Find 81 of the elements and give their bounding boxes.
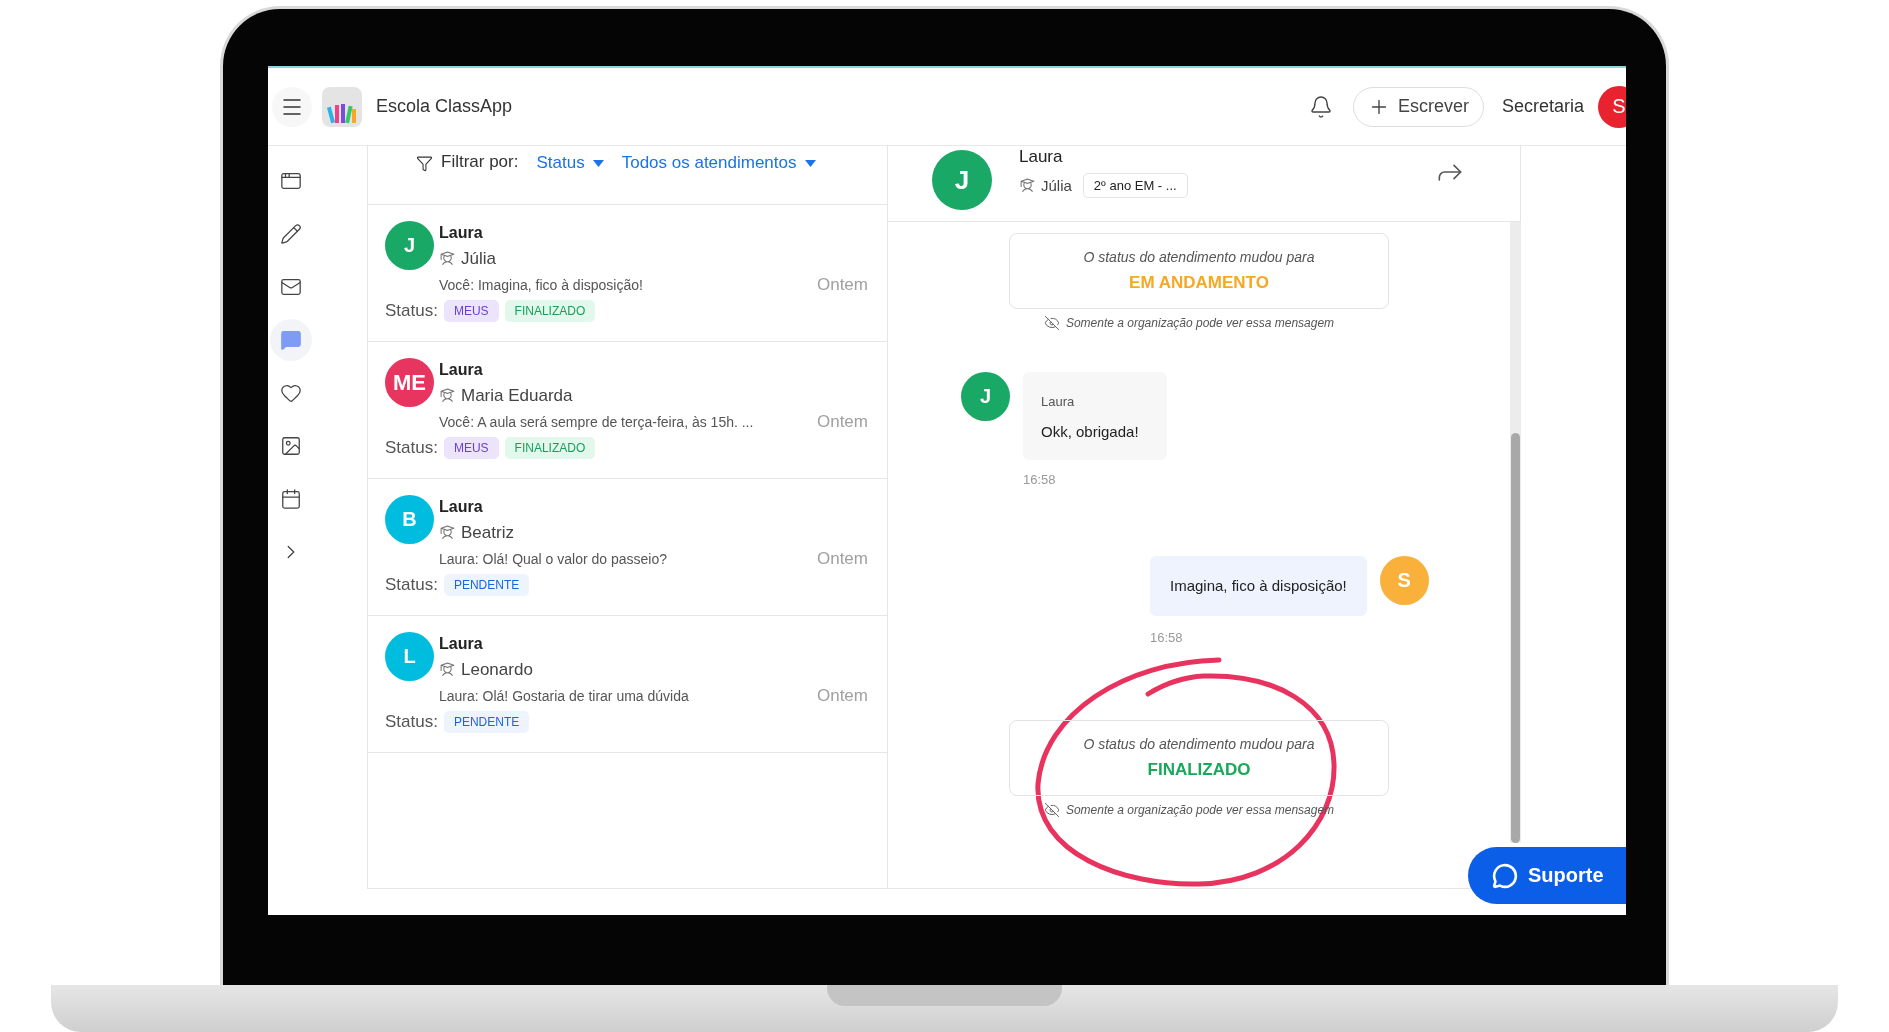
conversation-item[interactable]: L Laura Leonardo Laura: Olá! Gostaria de tirar uma dúvida Ontem Status: PENDENTE <box>368 616 887 753</box>
caret-icon <box>804 159 816 167</box>
conversation-item[interactable]: J Laura Júlia Você: Imagina, fico à disposição! Ontem Status: MEUS FINALIZADO <box>368 205 887 342</box>
contact-avatar: ME <box>385 358 434 407</box>
student-icon <box>439 524 456 541</box>
status-tag: FINALIZADO <box>504 300 596 322</box>
status-label: Status: <box>385 438 438 458</box>
status-tag: MEUS <box>443 437 499 459</box>
visibility-note: Somente a organização pode ver essa mensagem <box>1065 316 1335 330</box>
student-icon <box>439 387 456 404</box>
hidden-eye-icon <box>1043 802 1060 818</box>
support-button[interactable]: Suporte <box>1468 847 1626 904</box>
message-text: Imagina, fico à disposição! <box>1170 577 1347 594</box>
filter-dropdown[interactable]: Todos os atendimentos <box>611 152 816 174</box>
status-tag: MEUS <box>443 300 499 322</box>
contact-name: Laura <box>439 360 484 380</box>
contact-name: Laura <box>1019 146 1064 168</box>
status-value: EM ANDAMENTO <box>1129 273 1269 293</box>
conversation-time: Ontem <box>816 412 868 432</box>
message-preview: Laura: Olá! Qual o valor do passeio? <box>439 551 668 567</box>
status-change-text: O status do atendimento mudou para <box>1083 736 1315 752</box>
menu-button[interactable] <box>272 86 312 127</box>
status-tag: FINALIZADO <box>504 437 596 459</box>
status-change-text: O status do atendimento mudou para <box>1083 249 1315 265</box>
student-icon <box>439 250 456 267</box>
calendar-icon <box>280 488 302 510</box>
student-name: Júlia <box>1041 177 1072 194</box>
filter-icon <box>416 155 433 172</box>
status-label: Status: <box>385 712 438 732</box>
message-time: 16:58 <box>1150 630 1184 645</box>
caret-icon <box>592 159 604 167</box>
account-avatar[interactable]: S <box>1598 85 1626 128</box>
conversation-time: Ontem <box>816 275 868 295</box>
sender-avatar: J <box>961 372 1010 421</box>
status-label: Status: <box>385 301 438 321</box>
mail-icon <box>280 276 302 298</box>
sender-avatar: S <box>1379 556 1429 605</box>
student-icon <box>1019 177 1036 194</box>
school-logo <box>322 86 362 127</box>
status-tag: PENDENTE <box>443 711 530 733</box>
notification-bell-icon[interactable] <box>1308 94 1333 119</box>
speech-bubble-icon <box>1492 862 1518 889</box>
window-icon <box>280 170 302 192</box>
school-name: Escola ClassApp <box>376 96 513 117</box>
heart-icon <box>280 382 302 404</box>
message-preview: Você: A aula será sempre de terça-feira, às 15h. ... <box>439 414 754 430</box>
pencil-icon <box>280 223 302 245</box>
scrollbar-thumb[interactable] <box>1511 433 1520 843</box>
hidden-eye-icon <box>1043 315 1060 331</box>
compose-button[interactable]: Escrever <box>1352 86 1484 127</box>
student-name: Leonardo <box>461 659 533 680</box>
status-tag: PENDENTE <box>443 574 530 596</box>
chat-nav-button[interactable] <box>270 319 312 361</box>
student-name: Júlia <box>461 248 496 269</box>
contact-name: Laura <box>439 497 484 517</box>
message-time: 16:58 <box>1023 472 1057 487</box>
filter-label: Filtrar por: <box>441 152 519 172</box>
contact-avatar: L <box>385 632 434 681</box>
student-name: Maria Eduarda <box>461 385 573 406</box>
filter-dropdown[interactable]: Status <box>526 152 604 174</box>
conversation-item[interactable]: ME Laura Maria Eduarda Você: A aula será sempre de terça-feira, às 15h. ... Ontem Status: MEUS FINALIZADO <box>368 342 887 479</box>
conversation-item[interactable]: B Laura Beatriz Laura: Olá! Qual o valor do passeio? Ontem Status: PENDENTE <box>368 479 887 616</box>
conversation-time: Ontem <box>816 549 868 569</box>
message-preview: Laura: Olá! Gostaria de tirar uma dúvida <box>439 688 689 704</box>
student-name: Beatriz <box>461 522 514 543</box>
message-preview: Você: Imagina, fico à disposição! <box>439 277 643 293</box>
message-author: Laura <box>1041 394 1076 409</box>
contact-name: Laura <box>439 634 484 654</box>
class-chip: 2º ano EM - ... <box>1082 173 1188 198</box>
contact-avatar: J <box>932 150 992 210</box>
contact-name: Laura <box>439 223 484 243</box>
conversation-time: Ontem <box>816 686 868 706</box>
chat-bubble-icon <box>280 329 302 351</box>
status-label: Status: <box>385 575 438 595</box>
account-name[interactable]: Secretaria <box>1501 96 1584 117</box>
image-icon <box>280 435 302 457</box>
message-text: Okk, obrigada! <box>1041 423 1140 440</box>
status-value: FINALIZADO <box>1147 760 1251 780</box>
contact-avatar: B <box>385 495 434 544</box>
contact-avatar: J <box>385 221 434 270</box>
student-icon <box>439 661 456 678</box>
